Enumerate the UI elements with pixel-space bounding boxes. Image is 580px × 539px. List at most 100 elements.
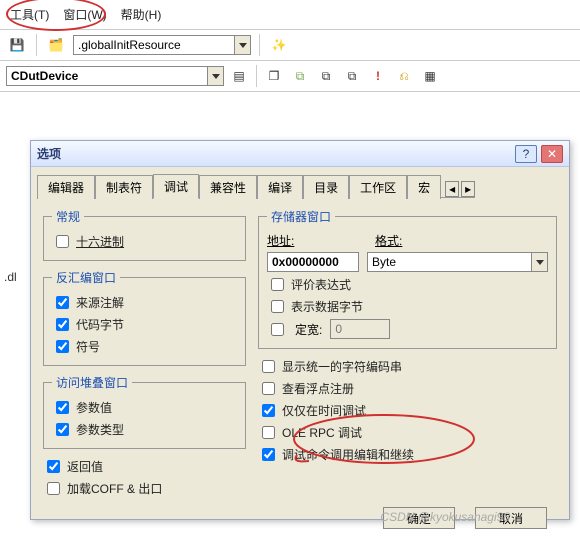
group-disasm: 反汇编窗口 来源注解 代码字节 符号 xyxy=(43,269,246,366)
check-showbytes-box[interactable] xyxy=(271,300,284,313)
check-eval-box[interactable] xyxy=(271,278,284,291)
menu-help[interactable]: 帮助(H) xyxy=(121,6,162,23)
check-hex-box[interactable] xyxy=(56,235,69,248)
check-jit-label: 仅仅在时间调试 xyxy=(282,402,366,419)
check-paramval[interactable]: 参数值 xyxy=(52,398,237,417)
check-paramtype-box[interactable] xyxy=(56,423,69,436)
input-fixed xyxy=(330,319,390,339)
check-coff[interactable]: 加载COFF & 出口 xyxy=(43,479,246,498)
separator xyxy=(36,34,37,56)
check-ole[interactable]: OLE RPC 调试 xyxy=(258,423,557,442)
filter-icon[interactable]: ▤ xyxy=(228,65,250,87)
check-jit-box[interactable] xyxy=(262,404,275,417)
right-column: 存储器窗口 地址: 格式: 评价表达式 表示数据字节 定宽: xyxy=(258,208,557,501)
chevron-down-icon[interactable] xyxy=(234,36,250,54)
check-source[interactable]: 来源注解 xyxy=(52,293,237,312)
legend-memory: 存储器窗口 xyxy=(267,208,335,225)
group-general: 常规 十六进制 xyxy=(43,208,246,261)
tab-compile[interactable]: 编译 xyxy=(257,175,303,199)
menu-tools[interactable]: 工具(T) xyxy=(10,6,49,23)
check-ole-label: OLE RPC 调试 xyxy=(282,424,362,441)
tab-dirs[interactable]: 目录 xyxy=(303,175,349,199)
exclaim-icon[interactable]: ! xyxy=(367,65,389,87)
check-paramval-label: 参数值 xyxy=(76,399,112,416)
row-addr-fmt xyxy=(267,252,548,272)
check-source-label: 来源注解 xyxy=(76,294,124,311)
dialog-titlebar: 选项 ? ✕ xyxy=(31,141,569,167)
check-symbols-box[interactable] xyxy=(56,340,69,353)
check-paramtype[interactable]: 参数类型 xyxy=(52,420,237,439)
label-fmt: 格式: xyxy=(375,232,415,249)
tab-macro[interactable]: 宏 xyxy=(407,175,441,199)
check-symbols[interactable]: 符号 xyxy=(52,337,237,356)
combo-fmt-input[interactable] xyxy=(368,253,531,271)
check-fixed-box[interactable] xyxy=(271,323,284,336)
check-symbols-label: 符号 xyxy=(76,338,100,355)
check-codebytes-box[interactable] xyxy=(56,318,69,331)
check-hex[interactable]: 十六进制 xyxy=(52,232,237,251)
check-showbytes-label: 表示数据字节 xyxy=(291,298,363,315)
btn-5[interactable]: ⧉ xyxy=(341,65,363,87)
check-float-box[interactable] xyxy=(262,382,275,395)
check-jit[interactable]: 仅仅在时间调试 xyxy=(258,401,557,420)
check-float[interactable]: 查看浮点注册 xyxy=(258,379,557,398)
check-ec[interactable]: 调试命令调用编辑和继续 xyxy=(258,445,557,464)
tab-editor[interactable]: 编辑器 xyxy=(37,175,95,199)
check-fixed-label: 定宽: xyxy=(295,321,322,338)
check-unicode-box[interactable] xyxy=(262,360,275,373)
resource-combo[interactable] xyxy=(73,35,251,55)
left-column: 常规 十六进制 反汇编窗口 来源注解 代码字节 符号 访问堆叠窗口 参数值 参数… xyxy=(43,208,246,501)
check-coff-box[interactable] xyxy=(47,482,60,495)
btn-3[interactable]: ⧉ xyxy=(289,65,311,87)
close-button[interactable]: ✕ xyxy=(541,145,563,163)
resource-combo-input[interactable] xyxy=(74,36,234,54)
resource-icon[interactable]: 🗂️ xyxy=(45,34,67,56)
check-eval[interactable]: 评价表达式 xyxy=(267,275,548,294)
btn-4[interactable]: ⧉ xyxy=(315,65,337,87)
tab-scroll-right[interactable]: ▸ xyxy=(461,181,475,197)
check-unicode[interactable]: 显示统一的字符编码串 xyxy=(258,357,557,376)
legend-callstack: 访问堆叠窗口 xyxy=(52,374,132,391)
menubar: 工具(T) 窗口(W) 帮助(H) xyxy=(0,0,580,30)
tab-scroll: ◂ ▸ xyxy=(441,181,475,198)
save-icon[interactable]: 💾 xyxy=(6,34,28,56)
tab-workspace[interactable]: 工作区 xyxy=(349,175,407,199)
group-memory: 存储器窗口 地址: 格式: 评价表达式 表示数据字节 定宽: xyxy=(258,208,557,349)
tab-compat[interactable]: 兼容性 xyxy=(199,175,257,199)
menu-window[interactable]: 窗口(W) xyxy=(63,6,106,23)
check-return-box[interactable] xyxy=(47,460,60,473)
check-showbytes[interactable]: 表示数据字节 xyxy=(267,297,548,316)
chevron-down-icon[interactable] xyxy=(207,67,223,85)
dialog-body: 常规 十六进制 反汇编窗口 来源注解 代码字节 符号 访问堆叠窗口 参数值 参数… xyxy=(31,198,569,507)
check-paramval-box[interactable] xyxy=(56,401,69,414)
tab-scroll-left[interactable]: ◂ xyxy=(445,181,459,197)
btn-8[interactable]: ▦ xyxy=(419,65,441,87)
row-addr-fmt-labels: 地址: 格式: xyxy=(267,232,548,249)
check-ec-box[interactable] xyxy=(262,448,275,461)
check-unicode-label: 显示统一的字符编码串 xyxy=(282,358,402,375)
btn-7[interactable]: ⎌ xyxy=(393,65,415,87)
options-dialog: 选项 ? ✕ 编辑器 制表符 调试 兼容性 编译 目录 工作区 宏 ◂ ▸ 常规… xyxy=(30,140,570,520)
check-source-box[interactable] xyxy=(56,296,69,309)
help-button[interactable]: ? xyxy=(515,145,537,163)
tab-debug[interactable]: 调试 xyxy=(153,174,199,199)
check-hex-label: 十六进制 xyxy=(76,233,124,250)
check-codebytes[interactable]: 代码字节 xyxy=(52,315,237,334)
class-combo[interactable] xyxy=(6,66,224,86)
check-codebytes-label: 代码字节 xyxy=(76,316,124,333)
watermark: CSDN @kyokusanagi98 xyxy=(380,510,510,524)
input-addr[interactable] xyxy=(267,252,359,272)
chevron-down-icon[interactable] xyxy=(531,253,547,271)
group-callstack: 访问堆叠窗口 参数值 参数类型 xyxy=(43,374,246,449)
toolbar-row-1: 💾 🗂️ ✨ xyxy=(0,30,580,61)
tab-tabstops[interactable]: 制表符 xyxy=(95,175,153,199)
check-return[interactable]: 返回值 xyxy=(43,457,246,476)
magic-wand-icon[interactable]: ✨ xyxy=(268,34,290,56)
check-return-label: 返回值 xyxy=(67,458,103,475)
class-combo-input[interactable] xyxy=(7,67,207,85)
separator xyxy=(259,34,260,56)
combo-fmt[interactable] xyxy=(367,252,548,272)
btn-2[interactable]: ❐ xyxy=(263,65,285,87)
check-ole-box[interactable] xyxy=(262,426,275,439)
separator xyxy=(256,65,257,87)
